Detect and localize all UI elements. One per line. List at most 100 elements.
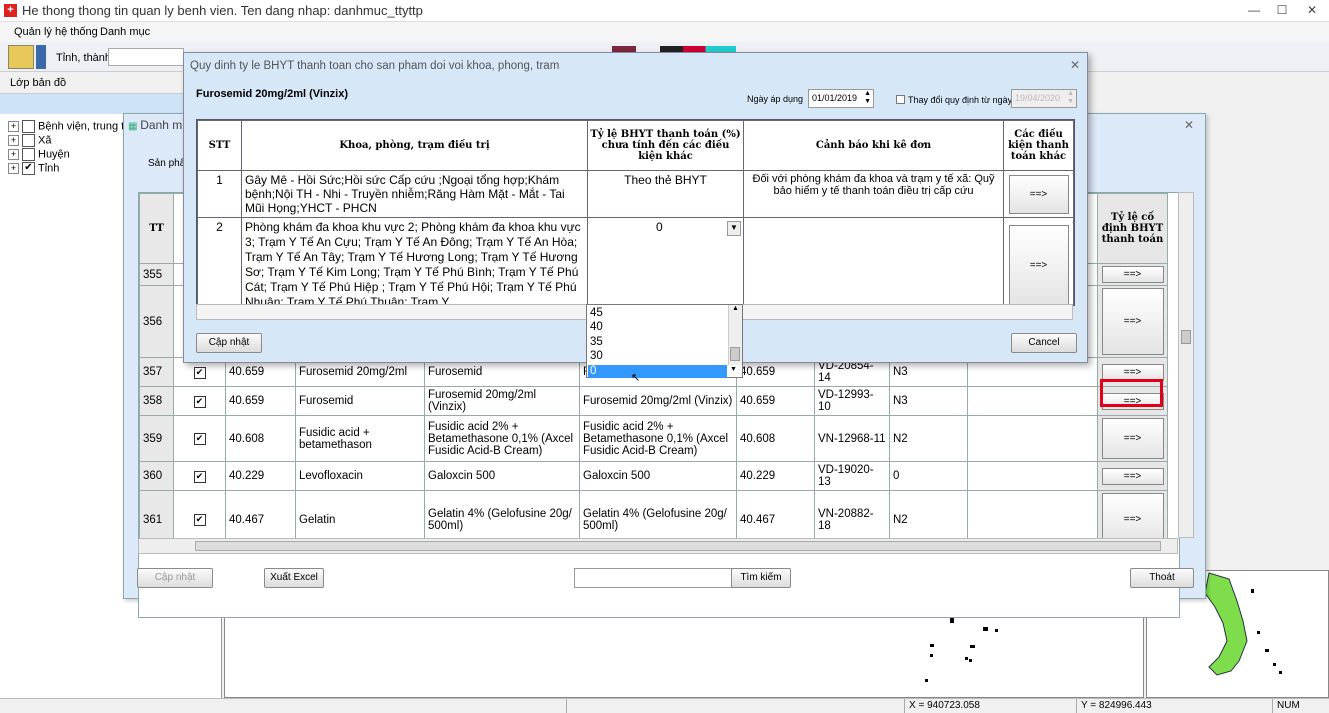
tool-dropdown-icon[interactable] [36,45,46,69]
close-button[interactable]: ✕ [1298,0,1326,20]
dropdown-option[interactable]: 35 [590,336,603,348]
cell-dept[interactable]: Phòng khám đa khoa khu vực 2; Phòng khám… [241,217,588,305]
checkbox-icon[interactable] [22,134,35,147]
tree-label: Xã [38,134,52,147]
table-row[interactable]: 359 ✔ 40.608 Fusidic acid + betamethason Fus… [139,415,1168,462]
cell-dept[interactable]: Gây Mê - Hồi Sức;Hồi sức Cấp cứu ;Ngoại … [241,170,588,218]
other-conditions-button[interactable]: ==> [1008,224,1069,305]
bhyt-rate-button[interactable]: ==> [1101,418,1164,459]
tree-item-province[interactable]: + ✔ Tỉnh [8,162,59,175]
search-input[interactable] [574,568,732,588]
close-icon[interactable]: ✕ [1070,58,1080,72]
cell-reg: VD-19020-13 [814,461,890,491]
export-excel-button[interactable]: Xuất Excel [264,568,324,588]
menu-system[interactable]: Quản lý hệ thống [14,26,98,38]
table-row[interactable]: 360 ✔ 40.229 Levofloxacin Galoxcin 500 Galoxc… [139,461,1168,491]
bhyt-rate-button[interactable]: ==> [1101,467,1164,485]
checkbox-checked-icon[interactable]: ✔ [193,433,206,445]
date-picker[interactable]: 01/01/2019 ▲ ▼ [808,89,874,108]
cell-code2: 40.229 [736,461,815,491]
scroll-down-icon[interactable]: ▼ [730,366,737,373]
cell-bhyt-rate[interactable]: ==> [1097,285,1168,358]
cell-rate-combo[interactable]: 0 ▼ [587,217,744,305]
cell-stt: 2 [197,217,242,305]
checkbox-checked-icon[interactable]: ✔ [193,470,206,483]
tree-label: Tỉnh [38,162,60,175]
dialog-title: Quy dinh ty le BHYT thanh toan cho san p… [190,60,560,72]
cell-check[interactable]: ✔ [173,386,226,416]
search-button[interactable]: Tìm kiếm [731,568,791,588]
checkbox-checked-icon[interactable]: ✔ [22,162,35,175]
cell-bhyt-rate[interactable]: ==> [1097,415,1168,462]
cell-tt: 355 [139,263,174,286]
bhyt-rate-button[interactable]: ==> [1101,363,1164,381]
cell-bhyt-rate[interactable]: ==> [1097,263,1168,286]
dropdown-option-selected[interactable]: 0 [588,365,727,378]
rate-update-button[interactable]: Cập nhật [196,333,262,353]
cell-code2: 40.659 [736,386,815,416]
cell-warning[interactable]: Đối với phòng khám đa khoa và trạm y tế … [743,170,1004,218]
cell-full2: Furosemid 20mg/2ml (Vinzix) [579,386,737,416]
cell-other: ==> [1003,170,1074,218]
expand-icon[interactable]: + [8,149,19,160]
cell-full: Fusidic acid 2% + Betamethasone 0,1% (Ax… [424,415,580,462]
cell-code: 40.608 [225,415,296,462]
tree-item-district[interactable]: + Huyện [8,148,70,161]
spinner-icon[interactable]: ▲ ▼ [1067,90,1074,106]
change-date-picker[interactable]: 19/04/2020 ▲ ▼ [1011,89,1077,108]
scrollbar-thumb[interactable] [730,347,740,361]
mouse-cursor-icon: ↖ [631,372,641,384]
change-rule-checkbox[interactable] [896,95,905,104]
scroll-up-icon[interactable]: ▲ [732,305,739,312]
table-row[interactable]: 358 ✔ 40.659 Furosemid Furosemid 20mg/2ml (V… [139,386,1168,416]
scrollbar-thumb[interactable] [195,541,1161,551]
header-warning: Cảnh báo khi kê đơn [743,120,1004,171]
expand-icon[interactable]: + [8,135,19,146]
dropdown-scrollbar[interactable]: ▲ [728,305,742,365]
expand-icon[interactable]: + [8,163,19,174]
cell-check[interactable]: ✔ [173,415,226,462]
maximize-button[interactable]: ☐ [1268,0,1296,20]
vertical-scrollbar[interactable] [1178,192,1194,538]
cell-warning[interactable] [743,217,1004,305]
dropdown-option[interactable]: 30 [590,350,603,362]
cell-check[interactable]: ✔ [173,461,226,491]
bhyt-rate-button[interactable]: ==> [1101,288,1164,355]
spinner-icon[interactable]: ▲ ▼ [864,90,871,106]
column-header-tt: TT [139,193,174,264]
app-icon: + [4,4,17,17]
checkbox-icon[interactable] [22,120,35,133]
checkbox-icon[interactable] [22,148,35,161]
exit-button[interactable]: Thoát [1130,568,1194,588]
dropdown-option[interactable]: 40 [590,321,603,333]
combo-dropdown-icon[interactable]: ▼ [727,221,741,236]
bhyt-rate-button[interactable]: ==> [1101,266,1164,283]
menu-catalog[interactable]: Danh mục [100,26,150,38]
checkbox-checked-icon[interactable]: ✔ [193,395,206,408]
cell-code2: 40.608 [736,415,815,462]
dropdown-option[interactable]: 45 [590,307,603,319]
scrollbar-thumb[interactable] [1181,330,1191,344]
province-input[interactable] [108,48,184,66]
cancel-button[interactable]: Cancel [1011,333,1077,353]
cell-rate[interactable]: Theo thẻ BHYT [587,170,744,218]
other-conditions-button[interactable]: ==> [1008,174,1069,214]
tree-item-hospital[interactable]: + Bệnh viện, trung tâm [8,120,140,133]
checkbox-checked-icon[interactable]: ✔ [193,514,206,526]
cell-tt: 357 [139,357,174,387]
cell-other: ==> [1003,217,1074,305]
cell-bhyt-rate[interactable]: ==> [1097,461,1168,491]
main-titlebar: + He thong thong tin quan ly benh vien. … [0,0,1329,22]
horizontal-scrollbar[interactable] [138,538,1178,554]
map-tool-icon[interactable] [8,45,34,69]
cell-grp: 0 [889,461,968,491]
header-dept: Khoa, phòng, trạm điều trị [241,120,588,171]
close-icon[interactable]: ✕ [1184,118,1194,132]
rate-combo-value[interactable]: 0 [656,220,663,234]
expand-icon[interactable]: + [8,121,19,132]
cell-tt: 359 [139,415,174,462]
tree-item-commune[interactable]: + Xã [8,134,51,147]
checkbox-checked-icon[interactable]: ✔ [193,366,206,379]
update-button-disabled[interactable]: Cập nhật [137,568,213,588]
minimize-button[interactable]: — [1240,0,1268,20]
